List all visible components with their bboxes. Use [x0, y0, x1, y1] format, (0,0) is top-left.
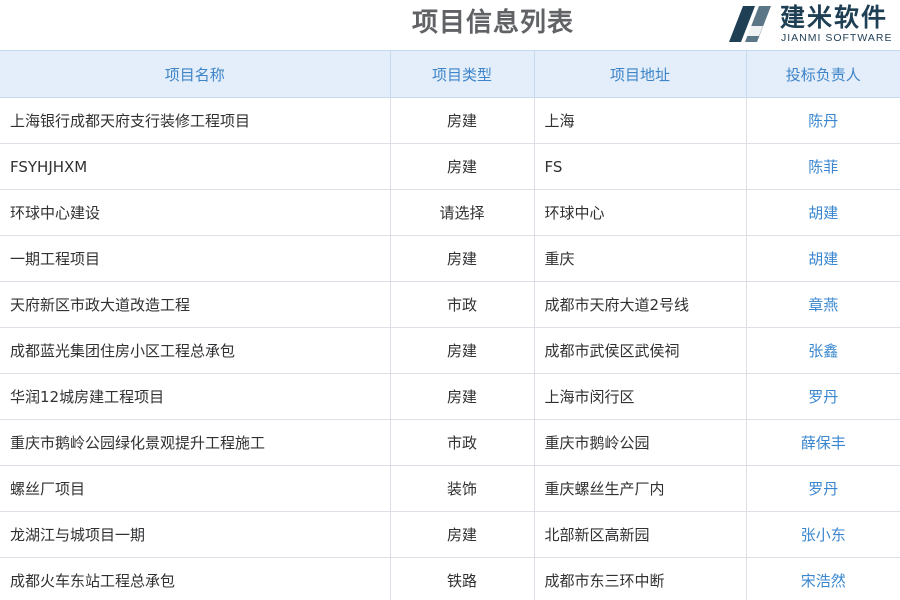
table-row[interactable]: 一期工程项目 房建 重庆 胡建: [0, 235, 900, 282]
brand-logo: 建米软件 JIANMI SOFTWARE: [725, 0, 900, 48]
cell-project-type: 铁路: [389, 557, 535, 600]
table-row[interactable]: 成都蓝光集团住房小区工程总承包 房建 成都市武侯区武侯祠 张鑫: [0, 327, 900, 374]
cell-project-name: 环球中心建设: [0, 189, 391, 236]
cell-bid-owner-link[interactable]: 罗丹: [745, 373, 900, 420]
cell-project-name: 成都火车东站工程总承包: [0, 557, 391, 600]
cell-project-type: 市政: [389, 419, 535, 466]
column-header-project-address[interactable]: 项目地址: [533, 50, 747, 98]
cell-project-address: 成都市东三环中断: [533, 557, 747, 600]
cell-bid-owner-link[interactable]: 陈菲: [745, 143, 900, 190]
table-row[interactable]: 华润12城房建工程项目 房建 上海市闵行区 罗丹: [0, 373, 900, 420]
cell-project-name: 一期工程项目: [0, 235, 391, 282]
cell-bid-owner-link[interactable]: 胡建: [745, 235, 900, 282]
cell-project-type: 房建: [389, 327, 535, 374]
cell-project-address: FS: [533, 143, 747, 190]
cell-project-type: 房建: [389, 373, 535, 420]
cell-project-name: 成都蓝光集团住房小区工程总承包: [0, 327, 391, 374]
cell-bid-owner-link[interactable]: 张小东: [745, 511, 900, 558]
cell-bid-owner-link[interactable]: 罗丹: [745, 465, 900, 512]
cell-project-type: 装饰: [389, 465, 535, 512]
cell-project-type: 房建: [389, 511, 535, 558]
cell-project-name: 上海银行成都天府支行装修工程项目: [0, 97, 391, 144]
cell-bid-owner-link[interactable]: 张鑫: [745, 327, 900, 374]
table-row[interactable]: 重庆市鹅岭公园绿化景观提升工程施工 市政 重庆市鹅岭公园 薛保丰: [0, 419, 900, 466]
cell-project-name: 龙湖江与城项目一期: [0, 511, 391, 558]
table-row[interactable]: 龙湖江与城项目一期 房建 北部新区高新园 张小东: [0, 511, 900, 558]
cell-bid-owner-link[interactable]: 薛保丰: [745, 419, 900, 466]
cell-project-address: 成都市武侯区武侯祠: [533, 327, 747, 374]
cell-project-name: 华润12城房建工程项目: [0, 373, 391, 420]
cell-bid-owner-link[interactable]: 章燕: [745, 281, 900, 328]
cell-project-type: 市政: [389, 281, 535, 328]
cell-project-type: 请选择: [389, 189, 535, 236]
cell-project-type: 房建: [389, 143, 535, 190]
cell-project-name: FSYHJHXM: [0, 143, 391, 190]
table-row[interactable]: 螺丝厂项目 装饰 重庆螺丝生产厂内 罗丹: [0, 465, 900, 512]
project-table: 项目名称 项目类型 项目地址 投标负责人 上海银行成都天府支行装修工程项目 房建上…: [0, 50, 900, 600]
cell-project-address: 北部新区高新园: [533, 511, 747, 558]
table-header-row: 项目名称 项目类型 项目地址 投标负责人: [0, 50, 900, 98]
column-header-bid-owner[interactable]: 投标负责人: [745, 50, 900, 98]
cell-project-type: 房建: [389, 97, 535, 144]
cell-project-address: 环球中心: [533, 189, 747, 236]
brand-subtitle: JIANMI SOFTWARE: [781, 32, 893, 44]
cell-project-address: 重庆: [533, 235, 747, 282]
cell-project-address: 上海市闵行区: [533, 373, 747, 420]
cell-project-address: 上海: [533, 97, 747, 144]
cell-project-name: 螺丝厂项目: [0, 465, 391, 512]
top-bar: 项目信息列表 建米软件 JIANMI SOFTWARE: [0, 0, 900, 50]
table-body: 上海银行成都天府支行装修工程项目 房建 上海 陈丹 FSYHJHXM 房建 FS 陈菲 环球中心…: [0, 97, 900, 600]
project-list-page: 项目信息列表 建米软件 JIANMI SOFTWARE 项目名称 项目类型 项目…: [0, 0, 900, 600]
cell-project-name: 重庆市鹅岭公园绿化景观提升工程施工: [0, 419, 391, 466]
table-row[interactable]: 成都火车东站工程总承包 铁路 成都市东三环中断 宋浩然: [0, 557, 900, 600]
table-row[interactable]: 上海银行成都天府支行装修工程项目 房建 上海 陈丹: [0, 97, 900, 144]
table-row[interactable]: 环球中心建设 请选择 环球中心 胡建: [0, 189, 900, 236]
cell-project-address: 重庆螺丝生产厂内: [533, 465, 747, 512]
cell-project-address: 成都市天府大道2号线: [533, 281, 747, 328]
column-header-project-name[interactable]: 项目名称: [0, 50, 391, 98]
jianmi-logo-icon: [729, 6, 771, 42]
table-row[interactable]: FSYHJHXM 房建 FS 陈菲: [0, 143, 900, 190]
cell-project-address: 重庆市鹅岭公园: [533, 419, 747, 466]
cell-bid-owner-link[interactable]: 宋浩然: [745, 557, 900, 600]
table-row[interactable]: 天府新区市政大道改造工程 市政 成都市天府大道2号线 章燕: [0, 281, 900, 328]
cell-bid-owner-link[interactable]: 胡建: [745, 189, 900, 236]
cell-project-name: 天府新区市政大道改造工程: [0, 281, 391, 328]
column-header-project-type[interactable]: 项目类型: [389, 50, 535, 98]
cell-bid-owner-link[interactable]: 陈丹: [745, 97, 900, 144]
cell-project-type: 房建: [389, 235, 535, 282]
brand-name: 建米软件: [780, 3, 889, 32]
